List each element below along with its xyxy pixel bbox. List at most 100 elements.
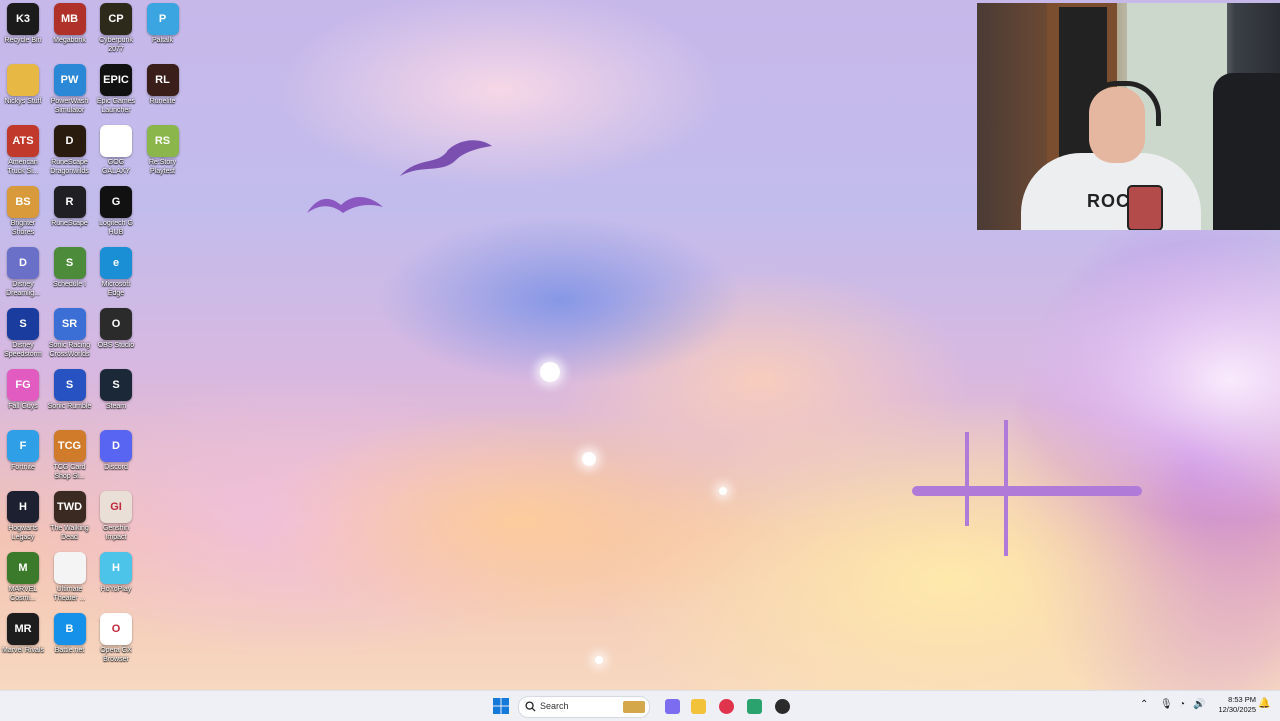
desktop-icon-fortnite[interactable]: F Fortnite <box>0 430 46 472</box>
desktop-icon-label: Cyberpunk 2077 <box>99 37 133 53</box>
desktop-icon-hogwarts-legacy[interactable]: H Hogwarts Legacy <box>0 491 46 542</box>
desktop-icon-schedule-one[interactable]: S Schedule I <box>47 247 93 289</box>
desktop-icon-battlenet[interactable]: B Battle.net <box>47 613 93 655</box>
desktop-icon-marvel-rivals[interactable]: MR Marvel Rivals <box>0 613 46 655</box>
desktop-icon-label: Epic Games Launcher <box>96 98 136 114</box>
start-button[interactable] <box>491 696 511 716</box>
obs-icon: O <box>100 308 132 340</box>
desktop-icon-paltalk[interactable]: P Paltalk <box>140 3 186 45</box>
volume-icon[interactable]: 🔊 <box>1193 699 1205 710</box>
chevron-up-icon[interactable]: ⌃ <box>1140 699 1148 710</box>
desktop-icon-hoyoplay[interactable]: H HoYoPlay <box>93 552 139 594</box>
desktop-icon-label: Marvel Rivals <box>1 647 44 654</box>
desktop-icon-walking-dead[interactable]: TWD The Walking Dead <box>47 491 93 542</box>
desktop-icon-folder[interactable]: Nickys Stuff <box>0 64 46 106</box>
desktop-icon-label: RuneScape Dragonwilds <box>50 159 89 175</box>
notepad-button[interactable] <box>744 696 764 716</box>
desktop-icon-label: Re:Story Playtest <box>148 159 177 175</box>
desktop-icon-edge[interactable]: e Microsoft Edge <box>93 247 139 298</box>
desktop-icon-sonic-rumble[interactable]: S Sonic Rumble <box>47 369 93 411</box>
desktop-icon-steam[interactable]: S Steam <box>93 369 139 411</box>
search-input[interactable]: Search <box>518 696 650 718</box>
desktop-icon-label: Nickys Stuff <box>4 98 42 105</box>
desktop-icon-label: OBS Studio <box>97 342 135 349</box>
desktop-icon-label: Opera GX Browser <box>100 647 132 663</box>
phone <box>1127 185 1163 230</box>
megabonk-icon: MB <box>53 3 86 35</box>
desktop-icon-ultimate-theater[interactable]: Ultimate Theater ... <box>47 552 93 603</box>
light-orb <box>595 656 603 664</box>
desktop-icon-brighter-shores[interactable]: BS Brighter Shores <box>0 186 46 237</box>
desktop-icon-american-truck[interactable]: ATS American Truck Si... <box>0 125 46 176</box>
copilot-button[interactable] <box>662 696 682 716</box>
desktop-icon-label: Paltalk <box>151 37 173 44</box>
desktop-icon-label: American Truck Si... <box>7 159 39 175</box>
desktop-icon-discord[interactable]: D Discord <box>93 430 139 472</box>
bird-shape-small <box>307 197 383 213</box>
desktop-icon-disney-dreamlight[interactable]: D Disney Dreamlig... <box>0 247 46 298</box>
desktop-icon-powerwash[interactable]: PW PowerWash Simulator <box>47 64 93 115</box>
desktop-icon-restory[interactable]: RS Re:Story Playtest <box>140 125 186 176</box>
desktop-icon-obs[interactable]: O OBS Studio <box>93 308 139 350</box>
epic-games-icon: EPIC <box>100 64 132 96</box>
desktop-icon-cyberpunk[interactable]: CP Cyberpunk 2077 <box>93 3 139 54</box>
desktop-icon-label: Steam <box>105 403 127 410</box>
desktop-icon-label: HoYoPlay <box>100 586 132 593</box>
windows-icon <box>493 698 509 714</box>
hoyoplay-icon: H <box>100 552 132 584</box>
desktop-icon-label: Runelite <box>149 98 176 105</box>
system-clock[interactable]: 8:53 PM 12/30/2025 <box>1206 695 1256 715</box>
person-body: ROCK <box>1021 153 1201 230</box>
desktop-icon-gog-galaxy[interactable]: GOG GALAXY <box>93 125 139 176</box>
disney-dreamlight-icon: D <box>7 247 39 279</box>
desktop-icon-runescape[interactable]: R RuneScape <box>47 186 93 228</box>
desktop-icon-label: Genshin Impact <box>102 525 130 541</box>
schedule-one-icon: S <box>53 247 86 279</box>
american-truck-icon: ATS <box>7 125 39 157</box>
desktop-icon-opera-gx[interactable]: O Opera GX Browser <box>93 613 139 664</box>
notepad-icon <box>746 698 762 714</box>
desktop-icon-label: PowerWash Simulator <box>50 98 89 114</box>
desktop-icon-epic-games[interactable]: EPIC Epic Games Launcher <box>93 64 139 115</box>
desktop-icon-label: Logitech G HUB <box>99 220 133 236</box>
wifi-icon[interactable]: ◔ <box>1179 699 1185 710</box>
desktop-icon-disney-speedstorm[interactable]: S Disney Speedstorm <box>0 308 46 359</box>
search-icon <box>525 701 536 712</box>
desktop-icon-k3[interactable]: K3 Recycle Bin <box>0 3 46 45</box>
desktop-icon-runescape-dragonwilds[interactable]: D RuneScape Dragonwilds <box>47 125 93 176</box>
sonic-rumble-icon: S <box>53 369 86 401</box>
microphone-icon[interactable]: 🎙 <box>1160 699 1173 710</box>
discord-icon: D <box>100 430 132 462</box>
edge-icon: e <box>100 247 132 279</box>
clock-date: 12/30/2025 <box>1218 705 1256 714</box>
desktop-icon-runelite[interactable]: RL Runelite <box>140 64 186 106</box>
widgets-icon <box>623 701 645 713</box>
file-explorer-button[interactable] <box>688 696 708 716</box>
desktop-icon-label: Fall Guys <box>8 403 38 410</box>
desktop-icon-label: Microsoft Edge <box>101 281 131 297</box>
brighter-shores-icon: BS <box>7 186 39 218</box>
floating-island-ledge <box>912 486 1142 496</box>
desktop-icon-genshin-impact[interactable]: GI Genshin Impact <box>93 491 139 542</box>
opera-gx-taskbar-icon <box>718 698 734 714</box>
desktop-icon-megabonk[interactable]: MB Megabonk <box>47 3 93 45</box>
webcam-overlay: ROCK <box>977 3 1280 230</box>
desktop-icon-tcg-card-shop[interactable]: TCG TCG Card Shop Si... <box>47 430 93 481</box>
opera-gx-taskbar-button[interactable] <box>716 696 736 716</box>
walking-dead-icon: TWD <box>53 491 86 523</box>
light-orb <box>719 487 727 495</box>
desktop-icon-marvel-cosmic[interactable]: M MARVEL Cosmi... <box>0 552 46 603</box>
powerwash-icon: PW <box>53 64 86 96</box>
hogwarts-legacy-icon: H <box>7 491 39 523</box>
obs-taskbar-button[interactable] <box>772 696 792 716</box>
desktop-icon-label: Megabonk <box>53 37 86 44</box>
desktop-icon-sonic-racing[interactable]: SR Sonic Racing CrossWorlds <box>47 308 93 359</box>
jacket <box>1213 73 1280 230</box>
notification-bell-icon[interactable]: 🔔 <box>1258 698 1270 709</box>
paltalk-icon: P <box>146 3 179 35</box>
light-orb <box>582 452 596 466</box>
desktop-icon-logitech-ghub[interactable]: G Logitech G HUB <box>93 186 139 237</box>
folder-icon <box>7 64 39 96</box>
desktop-icon-label: The Walking Dead <box>50 525 89 541</box>
desktop-icon-fall-guys[interactable]: FG Fall Guys <box>0 369 46 411</box>
